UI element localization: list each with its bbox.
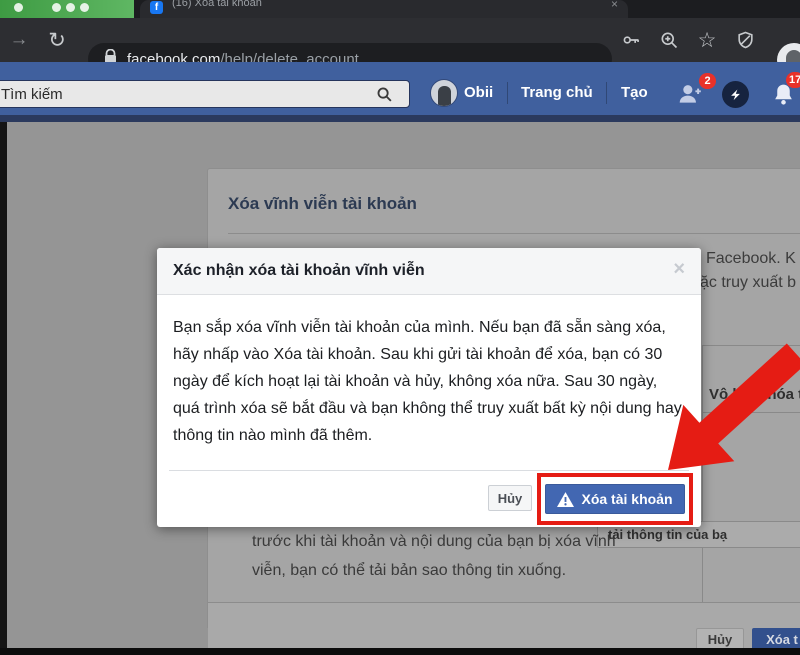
header-divider [507, 82, 508, 104]
messenger-icon[interactable] [720, 80, 750, 108]
bottom-edge-bar [0, 648, 800, 655]
facebook-header: Obii Trang chủ Tạo 2 17 [0, 62, 800, 115]
green-dot-icon [66, 3, 75, 12]
profile-name-link[interactable]: Obii [464, 84, 493, 101]
facebook-favicon-icon: f [150, 1, 163, 14]
search-input[interactable] [0, 80, 410, 108]
nav-home-link[interactable]: Trang chủ [521, 84, 593, 101]
bookmark-star-icon[interactable]: ☆ [689, 18, 725, 62]
search-icon[interactable] [376, 86, 393, 108]
clipped-paragraph-line: ặc truy xuất b [700, 274, 796, 292]
profile-avatar[interactable] [430, 79, 458, 107]
header-divider [606, 82, 607, 104]
screenshot-root: f (16) Xóa tài khoản × → ↻ facebook.com/… [0, 0, 800, 655]
password-key-icon[interactable] [613, 18, 649, 62]
card-divider [228, 233, 800, 234]
browser-tab[interactable]: f (16) Xóa tài khoản × [140, 0, 628, 18]
reload-button[interactable]: ↻ [40, 18, 74, 62]
notifications-badge: 17 [786, 72, 800, 88]
header-dim-strip [0, 115, 800, 122]
table-header-deactivate: Vô hiệu hóa t [709, 386, 800, 403]
page-title: Xóa vĩnh viễn tài khoản [228, 194, 417, 214]
green-dot-icon [52, 3, 61, 12]
left-edge-bar [0, 122, 7, 655]
browser-tab-strip: f (16) Xóa tài khoản × [0, 0, 800, 18]
tab-close-icon[interactable]: × [611, 0, 618, 11]
nav-create-link[interactable]: Tạo [621, 84, 648, 101]
confirm-delete-modal: Xác nhận xóa tài khoản vĩnh viễn × Bạn s… [157, 248, 701, 527]
warning-triangle-icon [557, 492, 574, 507]
card-footer-divider [208, 602, 800, 603]
zoom-icon[interactable] [651, 18, 687, 62]
tab-title: (16) Xóa tài khoản [172, 0, 472, 9]
modal-header: Xác nhận xóa tài khoản vĩnh viễn × [157, 248, 701, 295]
green-dot-icon [80, 3, 89, 12]
table-border [702, 345, 800, 346]
close-icon[interactable]: × [673, 258, 685, 281]
table-border [702, 345, 703, 628]
green-dot-icon [14, 3, 23, 12]
download-info-paragraph: trước khi tài khoản và nội dung của bạn … [252, 527, 648, 585]
modal-footer-divider [169, 470, 689, 471]
browser-toolbar: → ↻ facebook.com/help/delete_account ☆ [0, 18, 800, 62]
forward-button[interactable]: → [2, 18, 36, 62]
clipped-paragraph-line: Facebook. K [706, 250, 796, 268]
delete-account-button[interactable]: Xóa tài khoản [545, 484, 685, 514]
modal-title: Xác nhận xóa tài khoản vĩnh viễn [173, 262, 425, 280]
table-border [702, 412, 800, 413]
shield-extension-icon[interactable] [727, 18, 763, 62]
friend-requests-badge: 2 [699, 73, 716, 89]
cancel-button[interactable]: Hủy [488, 485, 532, 511]
delete-button-label: Xóa tài khoản [581, 491, 672, 507]
external-window-fragment [0, 0, 134, 18]
modal-body-text: Bạn sắp xóa vĩnh viễn tài khoản của mình… [173, 314, 685, 449]
